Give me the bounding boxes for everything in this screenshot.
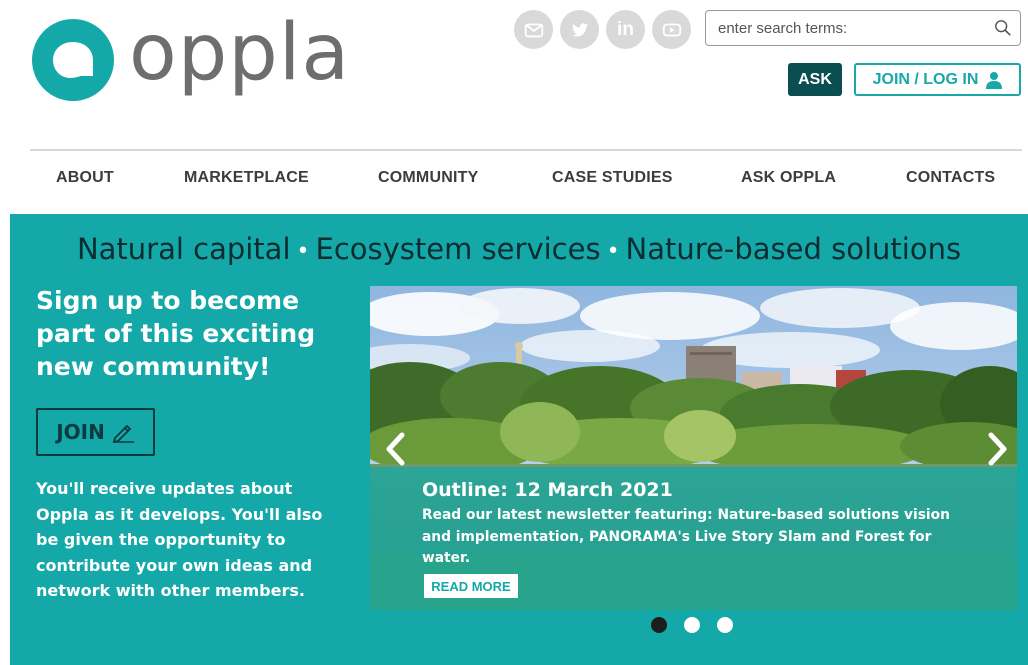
logo-wordmark: oppla (129, 8, 351, 98)
linkedin-label: in (617, 18, 634, 40)
nav-item-about[interactable]: ABOUT (56, 169, 114, 187)
signup-heading: Sign up to become part of this exciting … (36, 286, 316, 381)
slide-caption: Outline: 12 March 2021 Read our latest n… (370, 467, 1017, 610)
news-carousel: Outline: 12 March 2021 Read our latest n… (370, 286, 1017, 610)
nav-item-community[interactable]: COMMUNITY (378, 169, 478, 187)
pencil-icon (112, 424, 134, 443)
user-icon (986, 71, 1003, 89)
main-nav: ABOUT MARKETPLACE COMMUNITY CASE STUDIES… (30, 152, 1022, 204)
read-more-button[interactable]: READ MORE (424, 574, 518, 598)
signup-description: You'll receive updates about Oppla as it… (36, 479, 323, 600)
social-links: in (514, 10, 691, 49)
slide-description: Read our latest newsletter featuring: Na… (422, 507, 950, 566)
email-icon[interactable] (514, 10, 553, 49)
join-login-label: JOIN / LOG IN (872, 70, 979, 88)
nav-item-ask-oppla[interactable]: ASK OPPLA (741, 169, 836, 187)
carousel-dot-3[interactable] (717, 617, 733, 633)
tagline-separator: • (606, 238, 620, 264)
tagline-nature-based-solutions: Nature-based solutions (625, 232, 962, 266)
nav-item-case-studies[interactable]: CASE STUDIES (552, 169, 673, 187)
twitter-icon[interactable] (560, 10, 599, 49)
carousel-dot-1[interactable] (651, 617, 667, 633)
search-input[interactable] (706, 11, 986, 45)
nav-divider (30, 149, 1022, 151)
nav-item-marketplace[interactable]: MARKETPLACE (184, 169, 309, 187)
slide-title[interactable]: Outline: 12 March 2021 (422, 479, 673, 501)
join-label: JOIN (56, 420, 105, 444)
carousel-pagination (651, 617, 733, 633)
chevron-left-icon[interactable] (384, 432, 406, 466)
oppla-logo[interactable]: oppla (31, 10, 361, 110)
search-icon[interactable] (986, 11, 1020, 45)
speech-bubble-logo-icon (31, 18, 115, 102)
join-button[interactable]: JOIN (36, 408, 155, 456)
join-login-button[interactable]: JOIN / LOG IN (854, 63, 1021, 96)
nav-item-contacts[interactable]: CONTACTS (906, 169, 995, 187)
chevron-right-icon[interactable] (987, 432, 1009, 466)
youtube-icon[interactable] (652, 10, 691, 49)
tagline-ecosystem-services: Ecosystem services (315, 232, 601, 266)
hero-banner: Natural capital • Ecosystem services • Natur… (10, 214, 1028, 665)
linkedin-icon[interactable]: in (606, 10, 645, 49)
ask-button[interactable]: ASK (788, 63, 842, 96)
carousel-dot-2[interactable] (684, 617, 700, 633)
search-box (705, 10, 1021, 46)
hero-tagline: Natural capital • Ecosystem services • Natur… (10, 232, 1028, 266)
tagline-natural-capital: Natural capital (76, 232, 291, 266)
tagline-separator: • (296, 238, 310, 264)
